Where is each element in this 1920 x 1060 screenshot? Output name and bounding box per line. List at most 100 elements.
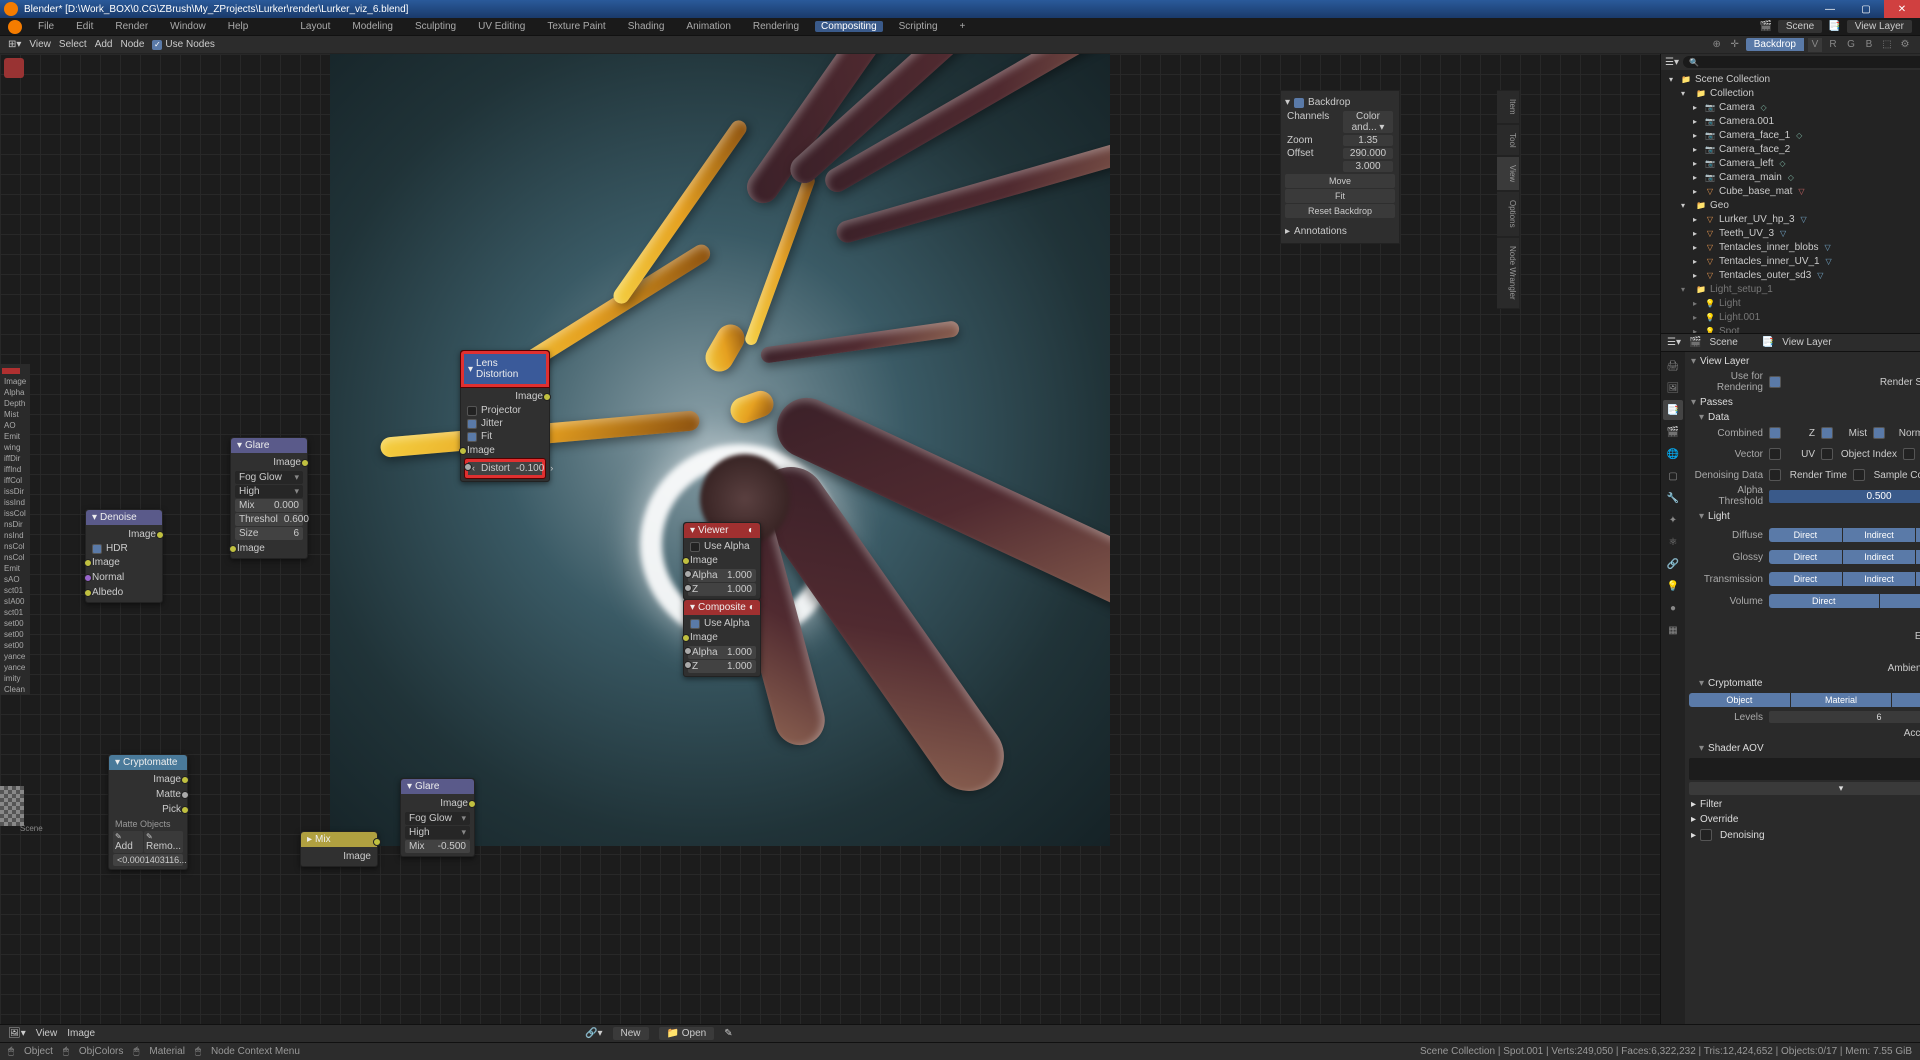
offset-y-field[interactable]: 3.000 xyxy=(1343,161,1393,172)
tab-add[interactable]: + xyxy=(954,21,972,32)
tab-particles-icon[interactable]: ✦ xyxy=(1663,510,1683,530)
tab-texture-icon[interactable]: ▦ xyxy=(1663,620,1683,640)
tree-light[interactable]: ▸💡Light👁 📷 xyxy=(1663,296,1920,310)
link-icon[interactable]: 🔗▾ xyxy=(585,1028,602,1039)
new-button[interactable]: New xyxy=(613,1027,649,1040)
node-lens-distortion[interactable]: ▾Lens Distortion Image Projector Jitter … xyxy=(460,350,550,482)
tab-modifier-icon[interactable]: 🔧 xyxy=(1663,488,1683,508)
props-mode-icon[interactable]: ☰▾ xyxy=(1667,337,1681,348)
tab-rendering[interactable]: Rendering xyxy=(747,21,805,32)
tab-uv[interactable]: UV Editing xyxy=(472,21,531,32)
tab-scripting[interactable]: Scripting xyxy=(893,21,944,32)
tab-output-icon[interactable]: 🖼 xyxy=(1663,378,1683,398)
tab-physics-icon[interactable]: ⚛ xyxy=(1663,532,1683,552)
aov-list[interactable] xyxy=(1689,758,1920,780)
node-cryptomatte[interactable]: ▾Cryptomatte Image Matte Pick Matte Obje… xyxy=(108,754,188,870)
maximize-button[interactable]: ▢ xyxy=(1848,0,1884,18)
backdrop-toggle[interactable]: Backdrop xyxy=(1746,38,1804,51)
properties-panel[interactable]: View Layer Use for RenderingRender Singl… xyxy=(1685,352,1920,1024)
toolbar-node[interactable]: Node xyxy=(121,39,145,50)
channel-v-icon[interactable]: V xyxy=(1808,38,1822,52)
tab-compositing[interactable]: Compositing xyxy=(815,21,883,32)
zoom-field[interactable]: 1.35 xyxy=(1343,135,1393,146)
tab-animation[interactable]: Animation xyxy=(680,21,736,32)
tree-lurker[interactable]: ▸▽Lurker_UV_hp_3▽👁 📷 xyxy=(1663,212,1920,226)
toolbar-select[interactable]: Select xyxy=(59,39,87,50)
tree-collection[interactable]: ▾📁Collection👁 📷 xyxy=(1663,86,1920,100)
tab-object-icon[interactable]: ▢ xyxy=(1663,466,1683,486)
channel-a-icon[interactable]: ⬚ xyxy=(1880,38,1894,52)
tree-tent-blobs[interactable]: ▸▽Tentacles_inner_blobs▽👁 📷 xyxy=(1663,240,1920,254)
tab-sculpting[interactable]: Sculpting xyxy=(409,21,462,32)
tree-scene-collection[interactable]: ▾📁Scene Collection xyxy=(1663,72,1920,86)
tree-cube-base-mat[interactable]: ▸▽Cube_base_mat▽👁 📷 xyxy=(1663,184,1920,198)
use-nodes-checkbox[interactable]: ✓Use Nodes xyxy=(152,39,214,50)
viewlayer-field[interactable]: View Layer xyxy=(1847,20,1912,33)
ie-image[interactable]: Image xyxy=(67,1028,95,1039)
channels-dropdown[interactable]: Color and... ▾ xyxy=(1343,111,1393,133)
tab-material-icon[interactable]: ● xyxy=(1663,598,1683,618)
menu-window[interactable]: Window xyxy=(164,21,212,32)
tree-camera-main[interactable]: ▸📷Camera_main◇👁 📷 xyxy=(1663,170,1920,184)
tab-viewlayer-icon[interactable]: 📑 xyxy=(1663,400,1683,420)
offset-x-field[interactable]: 290.000 xyxy=(1343,148,1393,159)
tree-camera[interactable]: ▸📷Camera◇👁 📷 xyxy=(1663,100,1920,114)
ie-view[interactable]: View xyxy=(36,1028,58,1039)
tab-view[interactable]: View xyxy=(1497,156,1520,191)
toolbar-add[interactable]: Add xyxy=(95,39,113,50)
editor-type-icon[interactable]: ⊞▾ xyxy=(8,39,21,50)
channel-g-icon[interactable]: G xyxy=(1844,38,1858,52)
tool-select-box-icon[interactable] xyxy=(4,58,24,78)
tab-node-wrangler[interactable]: Node Wrangler xyxy=(1497,237,1520,309)
tree-geo[interactable]: ▾📁Geo👁 📷 xyxy=(1663,198,1920,212)
tree-spot[interactable]: ▸💡Spot👁 📷 xyxy=(1663,324,1920,333)
tab-shading[interactable]: Shading xyxy=(622,21,671,32)
close-button[interactable]: ✕ xyxy=(1884,0,1920,18)
open-button[interactable]: 📁 Open xyxy=(659,1027,715,1040)
tree-tent-outer[interactable]: ▸▽Tentacles_outer_sd3▽👁 📷 xyxy=(1663,268,1920,282)
tab-texture[interactable]: Texture Paint xyxy=(541,21,611,32)
n-panel[interactable]: ▾Backdrop ChannelsColor and... ▾ Zoom1.3… xyxy=(1280,90,1400,244)
gear-icon[interactable]: ⚙ xyxy=(1898,38,1912,52)
toolbar-view[interactable]: View xyxy=(29,39,51,50)
tree-light-setup-1[interactable]: ▾📁Light_setup_1👁 📷 xyxy=(1663,282,1920,296)
tab-constraint-icon[interactable]: 🔗 xyxy=(1663,554,1683,574)
tab-render-icon[interactable]: 🖨 xyxy=(1663,356,1683,376)
node-editor-canvas[interactable]: Image Alpha Depth Mist AO Emit wing iffD… xyxy=(0,54,1660,1024)
move-button[interactable]: Move xyxy=(1285,174,1395,188)
node-glare[interactable]: ▾Glare Image Fog Glow High Mix0.000 Thre… xyxy=(230,437,308,559)
outliner-mode-icon[interactable]: ☰▾ xyxy=(1665,57,1679,68)
tree-camera-left[interactable]: ▸📷Camera_left◇👁 📷 xyxy=(1663,156,1920,170)
tab-scene-icon[interactable]: 🎬 xyxy=(1663,422,1683,442)
tree-light-001[interactable]: ▸💡Light.001👁 📷 xyxy=(1663,310,1920,324)
tree-camera-face-2[interactable]: ▸📷Camera_face_2👁 📷 xyxy=(1663,142,1920,156)
pivot-icon[interactable]: ✛ xyxy=(1728,38,1742,52)
outliner[interactable]: ☰▾ 🔍 ▽ ▾📁Scene Collection ▾📁Collection👁 … xyxy=(1661,54,1920,334)
menu-render[interactable]: Render xyxy=(109,21,154,32)
tab-data-icon[interactable]: 💡 xyxy=(1663,576,1683,596)
tab-tool[interactable]: Tool xyxy=(1497,124,1520,157)
paint-icon[interactable]: ✎ xyxy=(724,1028,732,1039)
tree-tent-inner[interactable]: ▸▽Tentacles_inner_UV_1▽👁 📷 xyxy=(1663,254,1920,268)
levels-field[interactable]: 6 xyxy=(1769,711,1920,723)
fit-button[interactable]: Fit xyxy=(1285,189,1395,203)
menu-help[interactable]: Help xyxy=(222,21,255,32)
menu-file[interactable]: File xyxy=(32,21,60,32)
crypto-add-button[interactable]: ✎ Add xyxy=(113,831,143,853)
node-mix[interactable]: ▸Mix Image xyxy=(300,831,378,867)
alpha-threshold-slider[interactable]: 0.500 xyxy=(1769,490,1920,503)
snap-icon[interactable]: ⊕ xyxy=(1710,38,1724,52)
tab-options[interactable]: Options xyxy=(1497,191,1520,237)
channel-b-icon[interactable]: B xyxy=(1862,38,1876,52)
tab-item[interactable]: Item xyxy=(1497,90,1520,124)
scene-field[interactable]: Scene xyxy=(1778,20,1822,33)
tree-teeth[interactable]: ▸▽Teeth_UV_3▽👁 📷 xyxy=(1663,226,1920,240)
minimize-button[interactable]: — xyxy=(1812,0,1848,18)
node-denoise[interactable]: ▾Denoise Image HDR Image Normal Albedo xyxy=(85,509,163,603)
menu-edit[interactable]: Edit xyxy=(70,21,99,32)
editor-type-icon[interactable]: 🖼▾ xyxy=(8,1028,26,1039)
use-rendering-toggle[interactable] xyxy=(1769,376,1781,388)
tree-camera-face-1[interactable]: ▸📷Camera_face_1◇👁 📷 xyxy=(1663,128,1920,142)
outliner-search[interactable]: 🔍 xyxy=(1683,56,1920,68)
tab-layout[interactable]: Layout xyxy=(294,21,336,32)
